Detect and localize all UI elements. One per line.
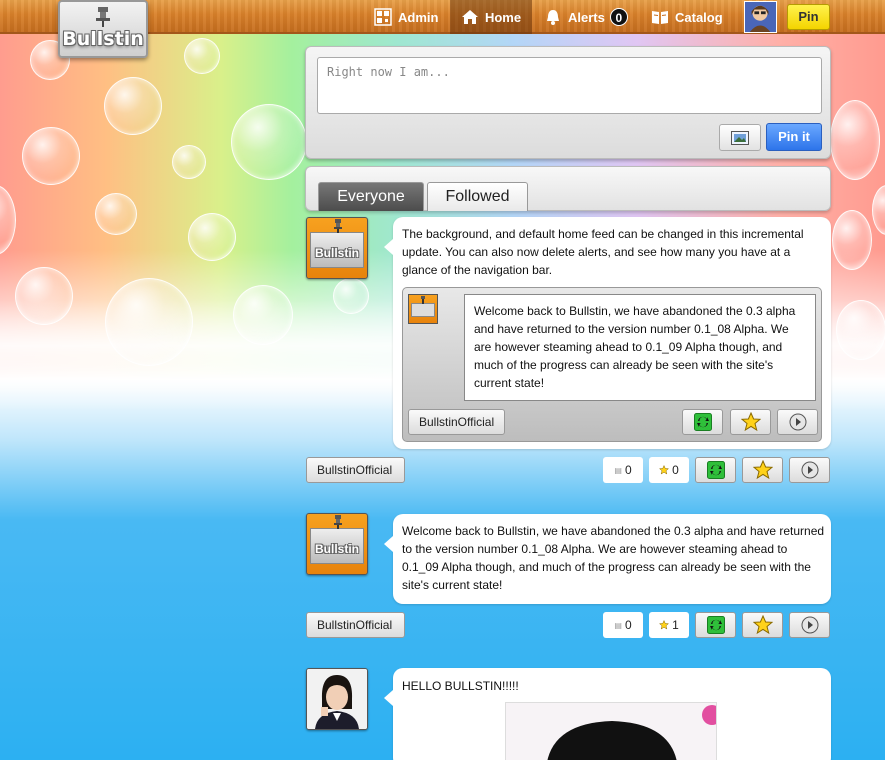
repin-icon xyxy=(693,413,712,431)
post-text: Welcome back to Bullstin, we have abando… xyxy=(402,524,825,592)
star-count-value: 1 xyxy=(672,618,679,632)
star-button[interactable] xyxy=(742,457,783,483)
comment-count-value: 0 xyxy=(624,618,632,632)
attach-image-button[interactable] xyxy=(719,124,761,151)
shared-more-button[interactable] xyxy=(777,409,818,435)
star-icon xyxy=(659,620,670,630)
qr-code-icon xyxy=(374,8,392,26)
shared-author-button[interactable]: BullstinOfficial xyxy=(408,409,506,435)
star-icon xyxy=(740,412,761,432)
background-bubble xyxy=(104,77,162,135)
tab-followed[interactable]: Followed xyxy=(427,182,528,211)
pushpin-icon xyxy=(334,515,342,529)
star-count[interactable]: 1 xyxy=(649,612,689,638)
logo-text: Bullstin xyxy=(62,28,144,50)
comment-icon: ▤ xyxy=(614,620,622,630)
star-icon xyxy=(659,465,670,475)
arrow-right-circle-icon xyxy=(801,616,818,634)
repin-icon xyxy=(706,461,725,479)
tab-everyone[interactable]: Everyone xyxy=(318,182,424,211)
book-icon xyxy=(652,11,668,24)
repin-button[interactable] xyxy=(695,457,736,483)
avatar-text: Bullstin xyxy=(315,542,359,556)
pin-it-button[interactable]: Pin it xyxy=(766,123,822,151)
nav-home[interactable]: Home xyxy=(450,0,532,34)
pin-button[interactable]: Pin xyxy=(787,4,830,30)
nav-home-label: Home xyxy=(484,9,522,25)
background-bubble xyxy=(0,185,16,255)
post-author-button[interactable]: BullstinOfficial xyxy=(306,612,405,638)
shared-post-text: Welcome back to Bullstin, we have abando… xyxy=(464,294,816,401)
nav-alerts-label: Alerts xyxy=(568,9,605,25)
background-bubble xyxy=(172,145,206,179)
status-input[interactable] xyxy=(317,57,822,114)
post-photo xyxy=(506,703,716,760)
comment-count-value: 0 xyxy=(624,463,632,477)
star-button[interactable] xyxy=(742,612,783,638)
post-author-avatar[interactable] xyxy=(306,668,368,730)
bell-icon xyxy=(547,10,559,25)
alerts-count-badge: 0 xyxy=(609,8,628,26)
site-logo[interactable]: Bullstin xyxy=(58,0,148,58)
feed-tabs: Everyone Followed xyxy=(305,166,831,211)
background-bubble xyxy=(95,193,137,235)
background-bubble xyxy=(830,100,880,180)
composer-panel: Pin it xyxy=(305,46,831,159)
nav-admin-label: Admin xyxy=(398,9,439,25)
user-avatar[interactable] xyxy=(744,1,777,33)
post-author-avatar[interactable]: Bullstin xyxy=(306,217,368,279)
pushpin-icon xyxy=(334,219,342,233)
background-bubble xyxy=(231,104,307,180)
avatar-text: Bullstin xyxy=(315,246,359,260)
nav-alerts[interactable]: Alerts 0 xyxy=(544,0,628,34)
pushpin-icon xyxy=(96,7,110,27)
background-bubble xyxy=(832,210,872,270)
background-bubble xyxy=(15,267,73,325)
shared-star-button[interactable] xyxy=(730,409,771,435)
background-bubble xyxy=(105,278,193,366)
background-bubble xyxy=(333,278,369,314)
post-bubble: Welcome back to Bullstin, we have abando… xyxy=(384,514,831,604)
post-author-avatar[interactable]: Bullstin xyxy=(306,513,368,575)
post-text: The background, and default home feed ca… xyxy=(402,227,804,277)
more-button[interactable] xyxy=(789,612,830,638)
arrow-right-circle-icon xyxy=(789,413,806,431)
star-count-value: 0 xyxy=(672,463,679,477)
repin-button[interactable] xyxy=(695,612,736,638)
comment-icon: ▤ xyxy=(614,465,622,475)
post-author-button[interactable]: BullstinOfficial xyxy=(306,457,405,483)
user-photo xyxy=(307,669,367,729)
post-bubble: HELLO BULLSTIN!!!!! xyxy=(384,668,831,760)
comment-count[interactable]: ▤ 0 xyxy=(603,612,643,638)
background-bubble xyxy=(872,185,885,235)
pushpin-icon xyxy=(421,296,425,304)
star-icon xyxy=(752,615,773,635)
background-bubble xyxy=(188,213,236,261)
background-bubble xyxy=(233,285,293,345)
post-text: HELLO BULLSTIN!!!!! xyxy=(402,679,519,693)
star-icon xyxy=(752,460,773,480)
home-icon xyxy=(461,10,478,24)
comment-count[interactable]: ▤ 0 xyxy=(603,457,643,483)
nav-catalog[interactable]: Catalog xyxy=(651,0,723,34)
image-icon xyxy=(731,131,749,145)
repin-icon xyxy=(706,616,725,634)
background-bubble xyxy=(184,38,220,74)
background-bubble xyxy=(22,127,80,185)
nav-admin[interactable]: Admin xyxy=(374,0,438,34)
shared-repin-button[interactable] xyxy=(682,409,723,435)
nav-catalog-label: Catalog xyxy=(675,9,723,25)
arrow-right-circle-icon xyxy=(801,461,818,479)
post-bubble: The background, and default home feed ca… xyxy=(384,217,831,449)
shared-post-card: Welcome back to Bullstin, we have abando… xyxy=(402,287,822,442)
more-button[interactable] xyxy=(789,457,830,483)
shared-post-avatar[interactable] xyxy=(408,294,438,324)
star-count[interactable]: 0 xyxy=(649,457,689,483)
post-image[interactable] xyxy=(505,702,717,760)
background-bubble xyxy=(836,300,885,360)
user-avatar-image xyxy=(745,2,776,32)
